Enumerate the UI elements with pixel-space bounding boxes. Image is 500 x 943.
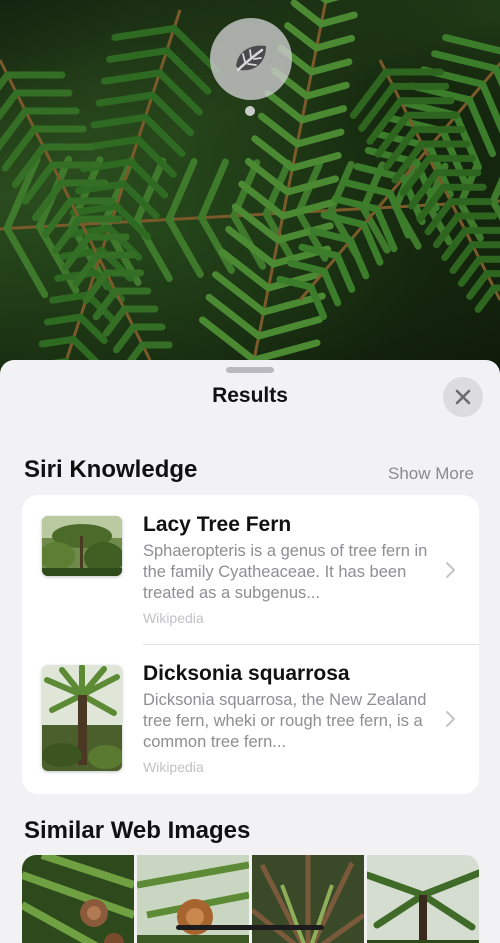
home-indicator[interactable] [176,925,324,930]
results-sheet: Results Siri Knowledge Show More Lacy Tr… [0,360,500,943]
knowledge-item-lacy-tree-fern[interactable]: Lacy Tree Fern Sphaeropteris is a genus … [22,495,479,645]
chevron-right-icon [446,711,455,727]
knowledge-item-dicksonia-squarrosa[interactable]: Dicksonia squarrosa Dicksonia squarrosa,… [22,645,479,794]
knowledge-item-description: Dicksonia squarrosa, the New Zealand tre… [143,691,427,751]
knowledge-item-source: Wikipedia [143,610,204,626]
close-button[interactable] [443,377,483,417]
visual-lookup-button[interactable] [210,18,292,100]
chevron-right-icon [446,562,455,578]
knowledge-card: Lacy Tree Fern Sphaeropteris is a genus … [22,495,479,794]
similar-web-images-heading: Similar Web Images [24,817,251,844]
show-more-link[interactable]: Show More [388,464,474,484]
leaf-icon [236,45,266,72]
lookup-anchor-dot [245,106,255,116]
siri-knowledge-heading: Siri Knowledge [24,456,198,483]
knowledge-item-source: Wikipedia [143,759,204,775]
similar-image-4[interactable] [367,855,479,943]
knowledge-item-description: Sphaeropteris is a genus of tree fern in… [143,542,428,602]
sheet-title: Results [212,384,288,407]
knowledge-item-title: Dicksonia squarrosa [143,662,350,685]
knowledge-item-title: Lacy Tree Fern [143,513,292,536]
xmark-icon [455,389,471,405]
lacy-tree-fern-thumbnail [42,516,122,576]
dicksonia-squarrosa-thumbnail [42,665,122,771]
sheet-grabber[interactable] [226,367,274,373]
similar-image-1[interactable] [22,855,134,943]
